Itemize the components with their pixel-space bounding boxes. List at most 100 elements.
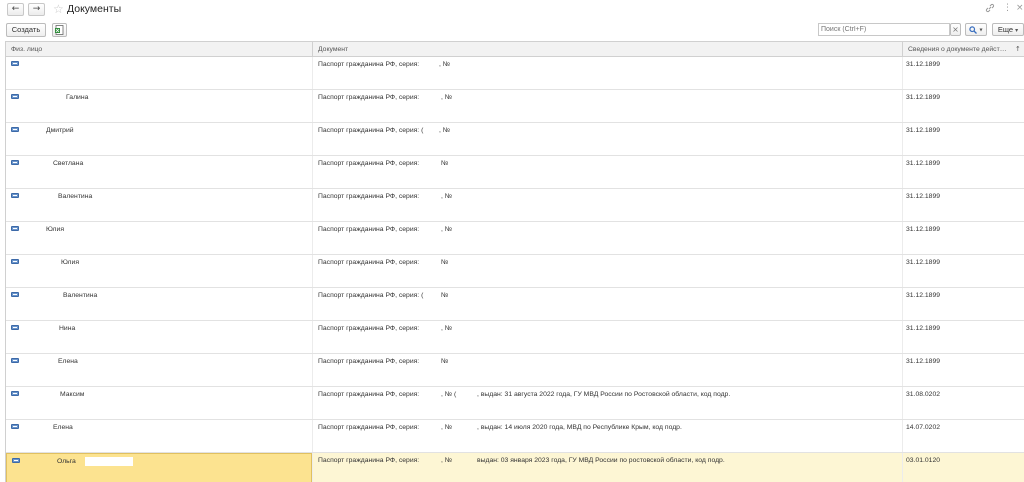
document-date-cell[interactable]: 31.12.1899 [902,255,1024,287]
document-number-label: , № [439,61,451,68]
column-header-person[interactable]: Физ. лицо [6,42,312,57]
document-date-cell[interactable]: 31.08.0202 [902,387,1024,419]
document-cell[interactable]: Паспорт гражданина РФ, серия: № [312,354,902,386]
table-row[interactable]: Юлия Паспорт гражданина РФ, серия: , № 31.1… [6,222,1024,255]
document-number-label: № [441,292,449,299]
table-row[interactable]: Светлана Паспорт гражданина РФ, серия: № 31… [6,156,1024,189]
document-cell[interactable]: Паспорт гражданина РФ, серия: (, № [312,123,902,155]
back-button[interactable]: ← [7,3,24,16]
redacted-series [426,357,441,366]
document-date-cell[interactable]: 31.12.1899 [902,123,1024,155]
forward-arrow-icon: → [32,4,41,14]
person-cell[interactable]: Ольга [6,453,312,482]
document-date-cell[interactable]: 31.12.1899 [902,189,1024,221]
document-date-cell[interactable]: 31.12.1899 [902,222,1024,254]
table-row-selected[interactable]: Ольга Паспорт гражданина РФ, серия: , № выд… [6,453,1024,482]
document-date-cell[interactable]: 31.12.1899 [902,57,1024,89]
table-row[interactable]: Максим Паспорт гражданина РФ, серия: , № (… [6,387,1024,420]
document-cell[interactable]: Паспорт гражданина РФ, серия: , № (, выда… [312,387,902,419]
document-date-cell[interactable]: 31.12.1899 [902,288,1024,320]
document-date-cell[interactable]: 03.01.0120 [902,453,1024,482]
document-date-cell[interactable]: 31.12.1899 [902,321,1024,353]
document-date-cell[interactable]: 31.12.1899 [902,354,1024,386]
person-card-icon [11,259,19,264]
person-cell[interactable]: Валентина [6,189,312,221]
sort-ascending-icon[interactable]: ↑ [1010,42,1024,57]
person-card-icon [11,61,19,66]
redacted-area [102,192,140,201]
person-cell[interactable]: Максим [6,387,312,419]
redacted-series [426,291,441,300]
document-issued-info: , выдан: 31 августа 2022 года, ГУ МВД Ро… [477,391,731,398]
document-date: 31.12.1899 [906,325,941,332]
table-row[interactable]: Паспорт гражданина РФ, серия: , № 31.12.18… [6,57,1024,90]
person-cell[interactable]: Дмитрий [6,123,312,155]
document-date: 31.12.1899 [906,193,941,200]
document-date-cell[interactable]: 31.12.1899 [902,156,1024,188]
document-number-label: № [441,358,449,365]
person-cell[interactable] [6,57,312,89]
create-button[interactable]: Создать [6,23,46,37]
document-cell[interactable]: Паспорт гражданина РФ, серия: , № выдан: 0… [312,453,902,482]
document-date: 31.12.1899 [906,292,941,299]
forward-button[interactable]: → [28,3,45,16]
redacted-series [426,60,439,69]
person-cell[interactable]: Светлана [6,156,312,188]
table-row[interactable]: Елена Паспорт гражданина РФ, серия: № 31.12… [6,354,1024,387]
person-cell[interactable]: Юлия [6,222,312,254]
document-cell[interactable]: Паспорт гражданина РФ, серия: , № [312,189,902,221]
person-cell[interactable]: Валентина [6,288,312,320]
redacted-area [81,324,134,333]
document-date: 03.01.0120 [906,457,941,464]
document-cell[interactable]: Паспорт гражданина РФ, серия: , № [312,321,902,353]
redacted-area [101,93,131,102]
clear-search-button[interactable]: × [950,23,961,36]
search-button[interactable]: ▾ [965,23,987,36]
column-header-info[interactable]: Сведения о документе дейст… [903,42,1013,57]
favorite-star-icon[interactable]: ☆ [53,2,64,16]
table-row[interactable]: Валентина Паспорт гражданина РФ, серия: (… [6,288,1024,321]
excel-export-button[interactable] [52,23,67,37]
chevron-down-icon: ▾ [979,26,983,34]
document-number-label: № [441,160,449,167]
close-icon[interactable]: × [1016,3,1024,14]
more-actions-button[interactable]: Еще ▾ [992,23,1024,36]
person-card-icon [11,325,19,330]
redacted-area [108,291,136,300]
person-cell[interactable]: Елена [6,354,312,386]
document-type: Паспорт гражданина РФ, серия: ( [318,127,424,134]
person-cell[interactable]: Галина [6,90,312,122]
person-name: Галина [66,94,89,101]
person-card-icon [11,160,19,165]
person-cell[interactable]: Нина [6,321,312,353]
link-icon[interactable] [985,3,995,15]
redacted-series [426,324,441,333]
document-cell[interactable]: Паспорт гражданина РФ, серия: , № , выдан:… [312,420,902,452]
table-row[interactable]: Нина Паспорт гражданина РФ, серия: , № 31.1… [6,321,1024,354]
documents-table: Физ. лицо Документ Сведения о документе … [5,41,1024,482]
more-vertical-icon[interactable]: ⋮ [1003,3,1012,14]
redacted-series [426,456,441,465]
document-date-cell[interactable]: 31.12.1899 [902,90,1024,122]
document-cell[interactable]: Паспорт гражданина РФ, серия: , № [312,222,902,254]
document-cell[interactable]: Паспорт гражданина РФ, серия: , № [312,90,902,122]
table-row[interactable]: Галина Паспорт гражданина РФ, серия: , № 31… [6,90,1024,123]
document-cell[interactable]: Паспорт гражданина РФ, серия: № [312,156,902,188]
person-card-icon [11,94,19,99]
search-input[interactable] [818,23,950,36]
document-date-cell[interactable]: 14.07.0202 [902,420,1024,452]
table-row[interactable]: Юлия Паспорт гражданина РФ, серия: № 31.12.… [6,255,1024,288]
person-card-icon [11,424,19,429]
redacted-series [426,423,441,432]
person-card-icon [11,127,19,132]
person-cell[interactable]: Елена [6,420,312,452]
document-cell[interactable]: Паспорт гражданина РФ, серия: , № [312,57,902,89]
table-row[interactable]: Валентина Паспорт гражданина РФ, серия: , … [6,189,1024,222]
document-date: 31.12.1899 [906,259,941,266]
document-cell[interactable]: Паспорт гражданина РФ, серия: (№ [312,288,902,320]
table-row[interactable]: Дмитрий Паспорт гражданина РФ, серия: (, … [6,123,1024,156]
person-cell[interactable]: Юлия [6,255,312,287]
column-header-document[interactable]: Документ [313,42,902,57]
document-cell[interactable]: Паспорт гражданина РФ, серия: № [312,255,902,287]
table-row[interactable]: Елена Паспорт гражданина РФ, серия: , № , в… [6,420,1024,453]
